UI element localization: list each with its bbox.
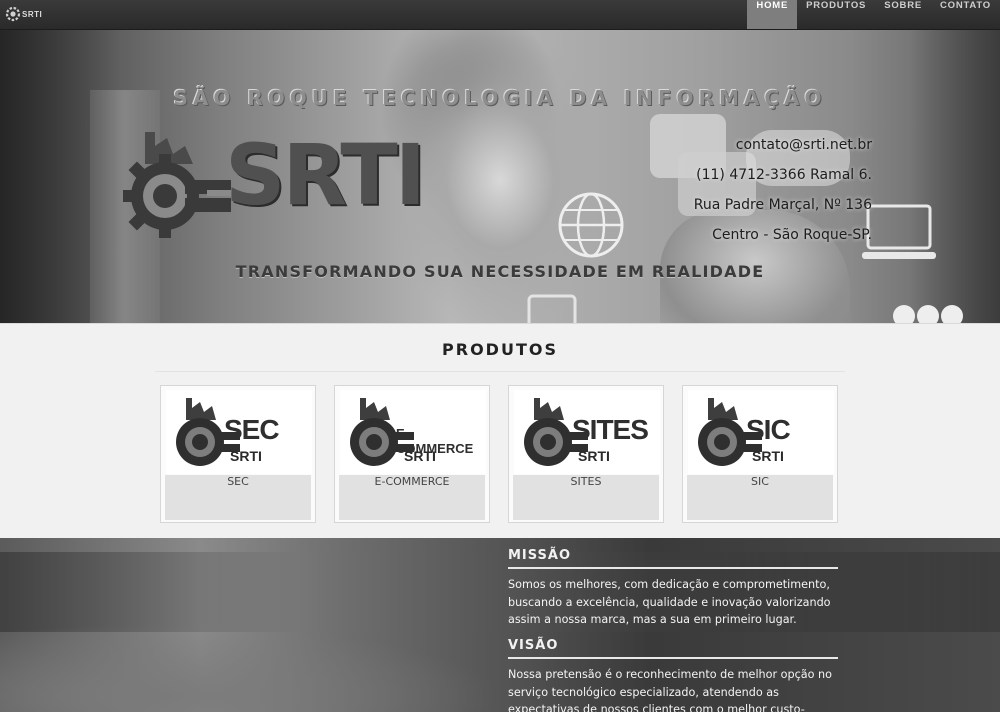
contact-phone: (11) 4712-3366 Ramal 6. <box>696 167 872 183</box>
product-logo: SIC SRTI <box>688 390 834 474</box>
product-logo-sub: SRTI <box>578 448 610 464</box>
product-cards: SEC SRTI SEC E-COMMERCE SRTI E-COMMERCE <box>160 385 838 523</box>
visao-line: serviço tecnológico especializado, atend… <box>508 685 779 699</box>
background-shade <box>0 624 500 712</box>
nav-home[interactable]: HOME <box>747 0 798 29</box>
main-nav: HOME PRODUTOS SOBRE CONTATO <box>747 0 1000 29</box>
product-logo: SEC SRTI <box>166 390 312 474</box>
contact-email[interactable]: contato@srti.net.br <box>694 130 872 160</box>
nav-sobre[interactable]: SOBRE <box>875 0 931 29</box>
product-label[interactable]: E-COMMERCE <box>339 475 485 520</box>
section-title: PRODUTOS <box>442 340 558 359</box>
about-section: MISSÃO Somos os melhores, com dedicação … <box>0 538 1000 712</box>
visao-line: Nossa pretensão é o reconhecimento de me… <box>508 668 832 681</box>
missao-panel: MISSÃO Somos os melhores, com dedicação … <box>508 548 838 629</box>
product-card-ecommerce[interactable]: E-COMMERCE SRTI E-COMMERCE <box>334 385 490 523</box>
product-label[interactable]: SIC <box>687 475 833 520</box>
tablet-icon <box>527 294 577 323</box>
visao-heading: VISÃO <box>508 638 838 659</box>
product-card-sec[interactable]: SEC SRTI SEC <box>160 385 316 523</box>
hero-tagline: TRANSFORMANDO SUA NECESSIDADE EM REALIDA… <box>235 262 765 281</box>
brand-logo[interactable]: SRTI <box>5 6 45 24</box>
product-card-sic[interactable]: SIC SRTI SIC <box>682 385 838 523</box>
gear-icon <box>5 6 21 22</box>
product-logo: E-COMMERCE SRTI <box>340 390 486 474</box>
nav-produtos[interactable]: PRODUTOS <box>797 0 875 29</box>
product-label[interactable]: SEC <box>165 475 311 520</box>
srti-logo: SRTI <box>115 124 426 244</box>
product-logo-text: SEC <box>224 414 280 445</box>
missao-heading: MISSÃO <box>508 548 838 569</box>
top-navbar: SRTI HOME PRODUTOS SOBRE CONTATO <box>0 0 1000 30</box>
visao-line: expectativas de nossos clientes com o me… <box>508 703 805 712</box>
brand-text: SRTI <box>22 10 43 19</box>
product-card-sites[interactable]: SITES SRTI SITES <box>508 385 664 523</box>
produtos-section: PRODUTOS SEC SRTI SEC E-COMMERCE SRTI E-… <box>0 323 1000 539</box>
contact-city: Centro - São Roque-SP. <box>712 227 872 243</box>
product-logo-text: SIC <box>746 414 791 445</box>
product-logo-sub: SRTI <box>230 448 262 464</box>
divider <box>155 371 845 372</box>
contact-info: contato@srti.net.br (11) 4712-3366 Ramal… <box>694 130 872 250</box>
missao-line: buscando a excelência, qualidade e inova… <box>508 595 831 609</box>
product-logo-text: SITES <box>572 414 649 445</box>
nav-contato[interactable]: CONTATO <box>931 0 1000 29</box>
product-logo: SITES SRTI <box>514 390 660 474</box>
visao-panel: VISÃO Nossa pretensão é o reconhecimento… <box>508 638 838 712</box>
people-icon <box>893 305 963 323</box>
missao-line: Somos os melhores, com dedicação e compr… <box>508 578 830 591</box>
hero-title: SÃO ROQUE TECNOLOGIA DA INFORMAÇÃO <box>173 86 827 110</box>
product-label[interactable]: SITES <box>513 475 659 520</box>
background-shade <box>0 552 1000 632</box>
missao-text: Somos os melhores, com dedicação e compr… <box>508 576 838 629</box>
gear-factory-icon <box>123 132 231 238</box>
product-logo-sub: SRTI <box>752 448 784 464</box>
contact-address: Rua Padre Marçal, Nº 136 <box>693 197 872 213</box>
logo-text: SRTI <box>225 126 426 224</box>
globe-icon <box>558 192 624 258</box>
visao-text: Nossa pretensão é o reconhecimento de me… <box>508 666 838 712</box>
missao-line: assim a nossa marca, mas a sua em primei… <box>508 613 797 626</box>
hero-banner: SÃO ROQUE TECNOLOGIA DA INFORMAÇÃO SRTI … <box>0 30 1000 323</box>
product-logo-sub: SRTI <box>404 448 436 464</box>
